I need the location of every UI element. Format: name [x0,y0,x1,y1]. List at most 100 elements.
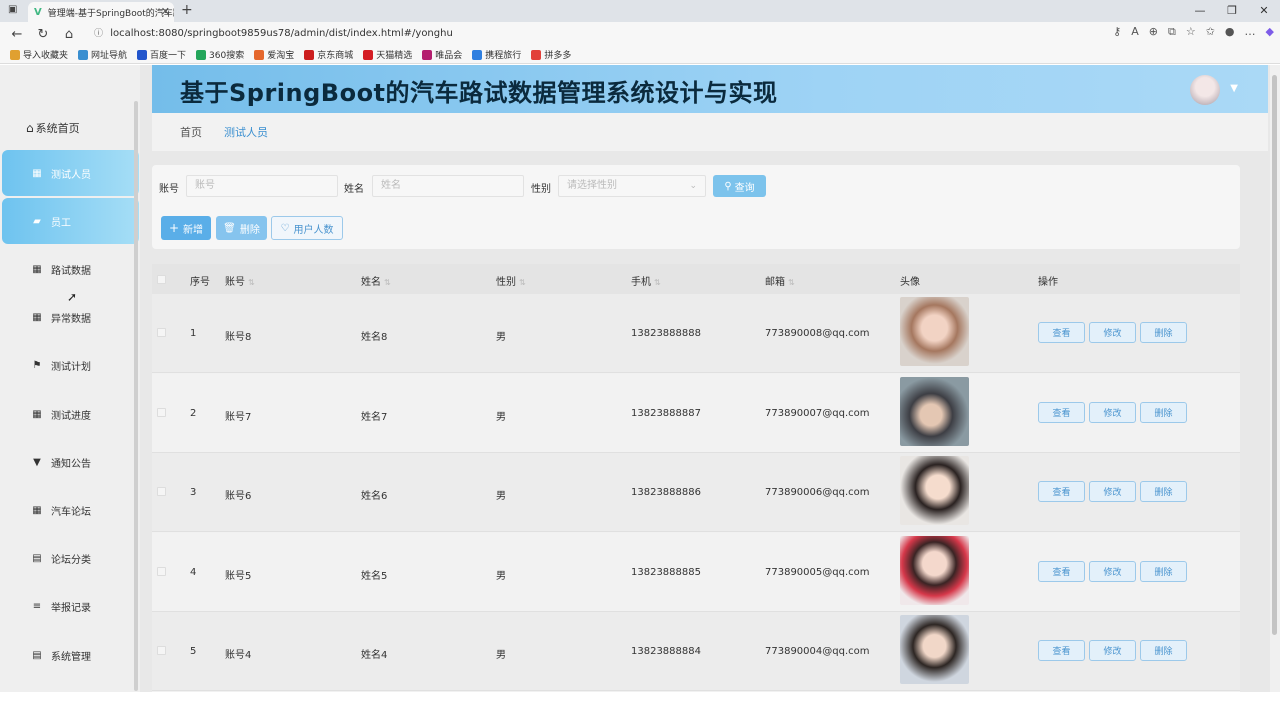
bookmark-item[interactable]: 导入收藏夹 [10,48,68,61]
gender-select[interactable]: 请选择性别 ⌄ [558,175,706,197]
extensions-icon[interactable]: ⧉ [1168,25,1176,39]
home-icon[interactable]: ⌂ [60,27,78,42]
avatar-photo [900,615,969,685]
clipboard-icon: ▤ [32,649,42,661]
row-checkbox[interactable] [157,407,166,417]
bookmark-icon [422,49,433,60]
sidebar-item[interactable]: ≡ 举报记录 [2,584,139,630]
sort-icon[interactable]: ⇅ [248,278,255,287]
sort-icon[interactable]: ⇅ [519,278,526,287]
back-icon[interactable]: ← [8,27,26,42]
col-phone[interactable]: 手机 ⇅ [631,273,661,288]
url-field[interactable]: ⓘ localhost:8080/springboot9859us78/admi… [88,25,1098,43]
grid-icon: ▦ [32,408,42,420]
col-email[interactable]: 邮箱 ⇅ [765,273,795,288]
window-close-icon[interactable]: ✕ [1248,0,1280,22]
page-scrollbar[interactable] [1270,65,1280,692]
bookmark-icon [10,49,20,60]
edit-button[interactable]: 修改 [1089,481,1136,503]
scrollbar-thumb[interactable] [1272,75,1277,635]
select-all-checkbox[interactable] [157,275,166,284]
sort-icon[interactable]: ⇅ [788,278,795,287]
avatar[interactable] [1190,75,1220,105]
view-button[interactable]: 查看 [1038,481,1085,503]
delete-button[interactable]: 删除 [1140,322,1187,343]
sidebar-item[interactable]: ▼ 通知公告 [2,439,139,485]
cell-name: 姓名5 [361,570,388,582]
sidebar-item[interactable]: ▤ 论坛分类 [2,536,139,582]
vue-logo-icon: V [34,6,42,18]
cell-gender: 男 [496,411,506,423]
edit-button[interactable]: 修改 [1089,560,1136,582]
bookmark-item[interactable]: 唯品会 [422,48,462,61]
bookmark-item[interactable]: 爱淘宝 [254,48,294,61]
sort-icon[interactable]: ⇅ [384,278,391,287]
browser-tab-bar: ▣ V 管理端-基于SpringBoot的汽车路... ✕ + — ❐ ✕ [0,0,1280,22]
profile-icon[interactable]: ● [1225,25,1235,39]
breadcrumb-home[interactable]: 首页 [180,124,202,140]
row-checkbox[interactable] [157,646,166,656]
address-bar-row: ← ↻ ⌂ ⓘ localhost:8080/springboot9859us7… [0,22,1280,46]
batch-delete-button[interactable]: 🗑 删除 [216,216,267,240]
account-input[interactable]: 账号 [186,175,338,197]
bookmark-item[interactable]: 携程旅行 [472,48,521,61]
edit-button[interactable]: 修改 [1089,322,1136,343]
key-icon[interactable]: ⚷ [1113,25,1121,39]
bookmark-item[interactable]: 网址导航 [78,48,127,61]
sidebar-item[interactable]: ▤ 系统管理 [2,632,139,678]
delete-button[interactable]: 删除 [1140,401,1187,423]
row-checkbox[interactable] [157,328,166,337]
bookmark-item[interactable]: 百度一下 [137,48,186,61]
sidebar-item[interactable]: ▦ 汽车论坛 [2,487,139,533]
sidebar-toggle-icon[interactable]: ▣ [8,4,17,15]
query-button[interactable]: ⚲ 查询 [713,175,766,197]
browser-tab[interactable]: V 管理端-基于SpringBoot的汽车路... ✕ [28,2,174,22]
bookmark-icon [363,49,374,60]
bookmark-item[interactable]: 360搜索 [196,48,244,61]
sidebar-scrollbar[interactable] [134,101,138,691]
sort-icon[interactable]: ⇅ [654,278,661,287]
sidebar-item[interactable]: ▰ 员工 [2,198,139,245]
new-tab-icon[interactable]: + [181,2,193,18]
zoom-icon[interactable]: ⊕ [1149,25,1158,39]
close-tab-icon[interactable]: ✕ [161,5,170,18]
view-button[interactable]: 查看 [1038,640,1085,662]
chevron-down-icon[interactable]: ▼ [1230,83,1238,94]
view-button[interactable]: 查看 [1038,560,1085,582]
bookmark-item[interactable]: 拼多多 [531,48,571,61]
view-button[interactable]: 查看 [1038,401,1085,423]
col-account[interactable]: 账号 ⇅ [225,273,255,288]
sidebar-item[interactable]: ⚑ 测试计划 [2,343,139,389]
user-count-button[interactable]: ♡ 用户人数 [271,216,343,240]
cell-gender: 男 [496,650,506,662]
maximize-icon[interactable]: ❐ [1216,0,1248,22]
delete-button[interactable]: 删除 [1140,640,1187,662]
read-aloud-icon[interactable]: A [1131,25,1139,39]
favorite-icon[interactable]: ☆ [1186,25,1196,39]
row-checkbox[interactable] [157,487,166,497]
collections-icon[interactable]: ✩ [1206,25,1215,39]
top-header: 基于SpringBoot的汽车路试数据管理系统设计与实现 ▼ [152,65,1268,113]
add-button[interactable]: + 新增 [161,216,211,240]
sidebar-item[interactable]: ▦ 测试进度 [2,391,139,437]
sidebar-item-home[interactable]: ⌂ 系统首页 [26,120,80,136]
minimize-icon[interactable]: — [1184,0,1216,22]
delete-button[interactable]: 删除 [1140,481,1187,503]
col-name[interactable]: 姓名 ⇅ [361,273,391,288]
copilot-icon[interactable]: ◆ [1266,25,1274,39]
view-button[interactable]: 查看 [1038,322,1085,343]
bookmark-item[interactable]: 天猫精选 [363,48,412,61]
sidebar-item[interactable]: ▦ 路试数据 [2,246,139,292]
more-icon[interactable]: … [1245,25,1256,39]
sidebar-item[interactable]: ▦ 测试人员 [2,150,139,196]
row-checkbox[interactable] [157,566,166,576]
bookmark-item[interactable]: 京东商城 [304,48,353,61]
name-input[interactable]: 姓名 [372,175,524,197]
col-gender[interactable]: 性别 ⇅ [496,273,526,288]
edit-button[interactable]: 修改 [1089,640,1136,662]
reload-icon[interactable]: ↻ [34,27,52,42]
edit-button[interactable]: 修改 [1089,401,1136,423]
cell-account: 账号8 [225,332,252,343]
cell-name: 姓名7 [361,411,388,423]
delete-button[interactable]: 删除 [1140,560,1187,582]
